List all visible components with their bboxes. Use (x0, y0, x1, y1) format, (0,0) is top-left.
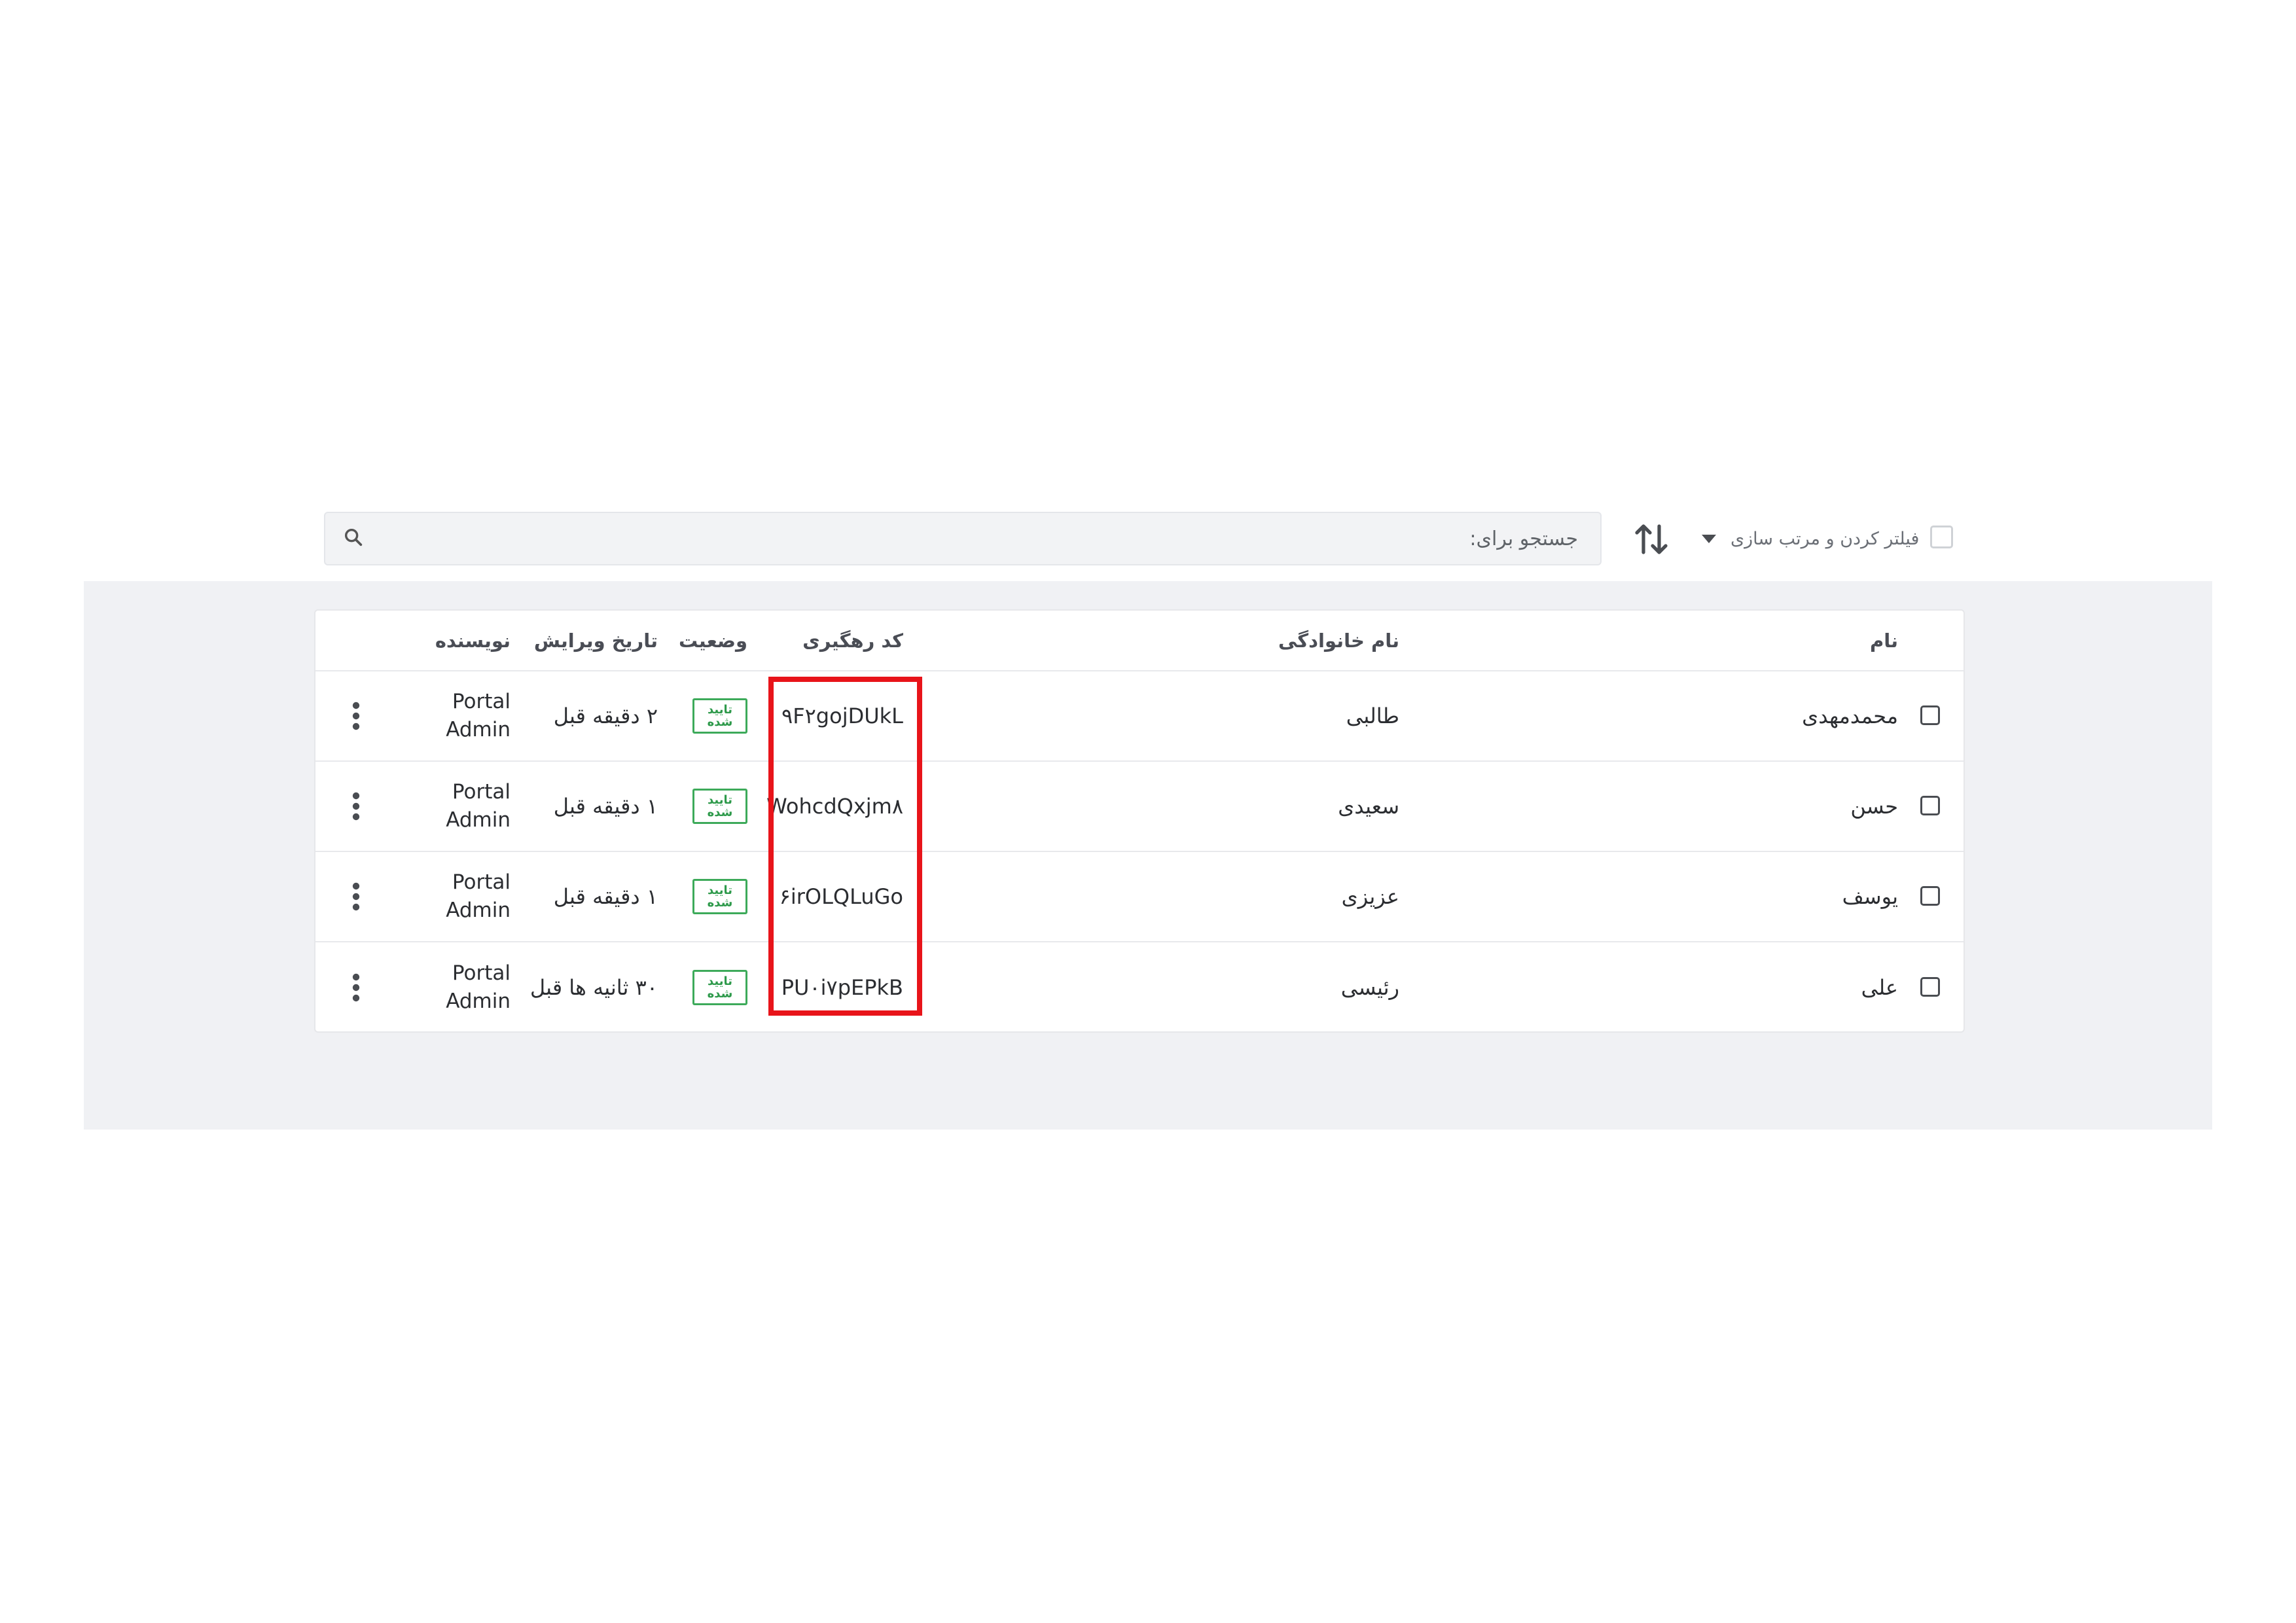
status-badge-line1: تایید (707, 974, 733, 988)
status-cell: تایید شده (692, 671, 747, 760)
search-placeholder: جستجو برای: (1469, 527, 1578, 550)
author-line2: Admin (446, 718, 511, 741)
author-text: Portal Admin (446, 959, 511, 1016)
status-badge-line2: شده (707, 715, 733, 729)
status-badge: تایید شده (692, 970, 747, 1005)
header-author[interactable]: نویسنده (435, 611, 511, 670)
author-line1: Portal (452, 870, 511, 894)
status-badge-line2: شده (707, 987, 733, 1001)
table-row[interactable]: حسن سعیدی WohcdQxjm۸ تایید شده ۱ دقیقه ق… (315, 762, 1964, 852)
cell-tracking-code: PU۰i۷pEPkB (781, 975, 903, 1000)
toolbar: جستجو برای: فیلتر کردن و مرتب سازی (324, 512, 1965, 565)
cell-family: طالبی (1346, 704, 1399, 728)
author-line1: Portal (452, 961, 511, 985)
filter-sort-dropdown[interactable]: فیلتر کردن و مرتب سازی (1702, 512, 1919, 565)
author-text: Portal Admin (446, 868, 511, 925)
cell-name: حسن (1850, 794, 1898, 819)
more-vertical-icon[interactable] (348, 702, 364, 730)
status-badge: تایید شده (692, 698, 747, 734)
author-line1: Portal (452, 690, 511, 713)
status-cell: تایید شده (692, 762, 747, 851)
header-status[interactable]: وضعیت (679, 611, 747, 670)
sort-icon[interactable] (1633, 521, 1670, 558)
cell-edit-date: ۱ دقیقه قبل (553, 794, 658, 819)
cell-family: عزیزی (1341, 884, 1399, 909)
cell-name: محمدمهدی (1802, 704, 1898, 728)
cell-family: سعیدی (1338, 794, 1399, 819)
cell-edit-date: ۳۰ ثانیه ها قبل (529, 975, 658, 1000)
records-table: نام نام خانوادگی کد رهگیری وضعیت تاریخ و… (314, 609, 1965, 1033)
select-all-checkbox[interactable] (1930, 526, 1953, 548)
table-header-row: نام نام خانوادگی کد رهگیری وضعیت تاریخ و… (315, 611, 1964, 671)
caret-down-icon (1702, 534, 1716, 543)
more-vertical-icon[interactable] (348, 973, 364, 1002)
cell-tracking-code: WohcdQxjm۸ (766, 794, 903, 819)
status-badge: تایید شده (692, 879, 747, 914)
status-badge: تایید شده (692, 789, 747, 824)
author-line1: Portal (452, 780, 511, 804)
cell-author: Portal Admin (446, 762, 511, 851)
row-checkbox[interactable] (1920, 796, 1940, 815)
more-vertical-icon[interactable] (348, 882, 364, 911)
status-cell: تایید شده (692, 942, 747, 1033)
header-name[interactable]: نام (1870, 611, 1898, 670)
more-vertical-icon[interactable] (348, 792, 364, 821)
author-text: Portal Admin (446, 778, 511, 834)
cell-name: یوسف (1842, 884, 1898, 909)
header-code[interactable]: کد رهگیری (802, 611, 903, 670)
cell-author: Portal Admin (446, 671, 511, 760)
status-badge-line1: تایید (707, 793, 733, 807)
status-badge-line2: شده (707, 806, 733, 819)
cell-family: رئیسی (1340, 975, 1399, 1000)
cell-name: علی (1861, 975, 1898, 1000)
status-badge-line1: تایید (707, 883, 733, 897)
row-checkbox[interactable] (1920, 977, 1940, 997)
status-badge-line1: تایید (707, 703, 733, 717)
table-row[interactable]: علی رئیسی PU۰i۷pEPkB تایید شده ۳۰ ثانیه … (315, 942, 1964, 1033)
search-input[interactable]: جستجو برای: (324, 512, 1602, 565)
cell-tracking-code: ۹F۲gojDUkL (781, 704, 903, 728)
header-family[interactable]: نام خانوادگی (1278, 611, 1399, 670)
cell-edit-date: ۲ دقیقه قبل (553, 704, 658, 728)
cell-edit-date: ۱ دقیقه قبل (553, 884, 658, 909)
status-badge-line2: شده (707, 896, 733, 910)
table-row[interactable]: یوسف عزیزی ۶irOLQLuGo تایید شده ۱ دقیقه … (315, 852, 1964, 942)
row-checkbox[interactable] (1920, 705, 1940, 725)
author-text: Portal Admin (446, 688, 511, 744)
table-row[interactable]: محمدمهدی طالبی ۹F۲gojDUkL تایید شده ۲ دق… (315, 671, 1964, 762)
cell-tracking-code: ۶irOLQLuGo (779, 884, 903, 909)
cell-author: Portal Admin (446, 942, 511, 1033)
cell-author: Portal Admin (446, 852, 511, 941)
row-checkbox[interactable] (1920, 886, 1940, 906)
search-icon (344, 528, 363, 546)
author-line2: Admin (446, 990, 511, 1013)
status-cell: تایید شده (692, 852, 747, 941)
header-date[interactable]: تاریخ ویرایش (534, 611, 658, 670)
author-line2: Admin (446, 899, 511, 922)
filter-sort-label: فیلتر کردن و مرتب سازی (1731, 528, 1920, 549)
author-line2: Admin (446, 808, 511, 832)
